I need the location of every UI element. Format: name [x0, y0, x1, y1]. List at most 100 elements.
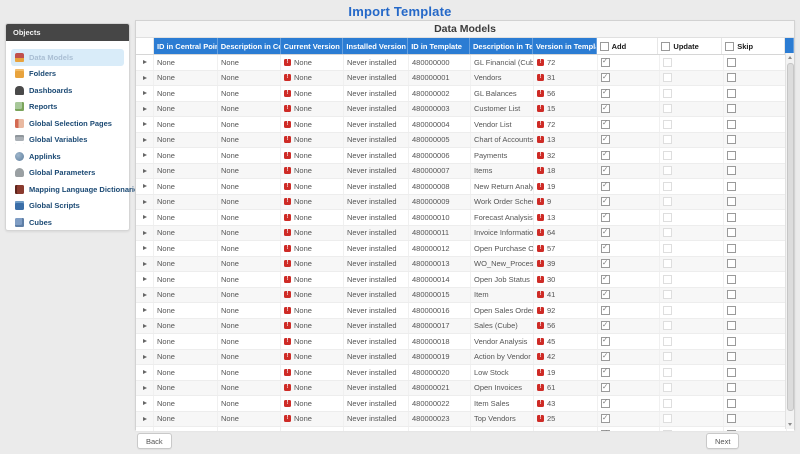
row-expander-icon[interactable] [143, 277, 147, 282]
skip-checkbox[interactable] [727, 166, 736, 176]
skip-checkbox[interactable] [727, 383, 736, 393]
add-checkbox[interactable] [601, 259, 610, 269]
next-button[interactable]: Next [706, 433, 740, 449]
skip-checkbox[interactable] [727, 305, 736, 315]
row-expander-icon[interactable] [143, 354, 147, 359]
skip-checkbox[interactable] [727, 398, 736, 408]
row-expander-icon[interactable] [143, 137, 147, 142]
skip-checkbox[interactable] [727, 73, 736, 83]
sidebar-item-cubes[interactable]: Cubes [11, 214, 124, 231]
add-checkbox[interactable] [601, 57, 610, 67]
sidebar-item-mapping-language-dictionaries[interactable]: Mapping Language Dictionaries [11, 181, 142, 198]
skip-checkbox[interactable] [727, 243, 736, 253]
row-expander-icon[interactable] [143, 230, 147, 235]
add-checkbox[interactable] [601, 274, 610, 284]
skip-checkbox[interactable] [727, 336, 736, 346]
sidebar-item-global-parameters[interactable]: Global Parameters [11, 165, 124, 182]
add-checkbox[interactable] [601, 398, 610, 408]
skip-all-checkbox[interactable] [725, 41, 735, 51]
add-checkbox[interactable] [601, 228, 610, 238]
add-checkbox[interactable] [601, 352, 610, 362]
add-checkbox[interactable] [601, 243, 610, 253]
sidebar-item-global-variables[interactable]: Global Variables [11, 132, 124, 149]
add-checkbox[interactable] [601, 321, 610, 331]
skip-checkbox[interactable] [727, 259, 736, 269]
skip-checkbox[interactable] [727, 104, 736, 114]
add-checkbox[interactable] [601, 336, 610, 346]
skip-checkbox[interactable] [727, 181, 736, 191]
row-expander-icon[interactable] [143, 401, 147, 406]
skip-checkbox[interactable] [727, 228, 736, 238]
add-checkbox[interactable] [601, 212, 610, 222]
sidebar-item-dashboards[interactable]: Dashboards [11, 82, 124, 99]
skip-checkbox[interactable] [727, 352, 736, 362]
add-cell [598, 334, 660, 349]
add-checkbox[interactable] [601, 181, 610, 191]
row-expander-icon[interactable] [143, 261, 147, 266]
sidebar-item-data-models[interactable]: Data Models [11, 49, 124, 66]
add-checkbox[interactable] [601, 383, 610, 393]
scrollbar-down-icon[interactable] [786, 420, 794, 429]
cell-text: 19 [547, 181, 556, 191]
add-checkbox[interactable] [601, 367, 610, 377]
skip-checkbox[interactable] [727, 135, 736, 145]
row-expander-icon[interactable] [143, 184, 147, 189]
row-expander-icon[interactable] [143, 168, 147, 173]
scrollbar-up-icon[interactable] [786, 53, 794, 62]
add-checkbox[interactable] [601, 135, 610, 145]
skip-checkbox[interactable] [727, 88, 736, 98]
skip-checkbox[interactable] [727, 290, 736, 300]
installed-version-cell: Never installed [344, 427, 409, 431]
row-expander-icon[interactable] [143, 60, 147, 65]
sidebar-item-global-selection-pages[interactable]: Global Selection Pages [11, 115, 124, 132]
add-checkbox[interactable] [601, 429, 610, 431]
skip-checkbox[interactable] [727, 57, 736, 67]
add-checkbox[interactable] [601, 290, 610, 300]
skip-checkbox[interactable] [727, 321, 736, 331]
description-in-central-point-cell: None [218, 303, 281, 318]
table-scrollbar[interactable] [785, 53, 794, 429]
skip-checkbox[interactable] [727, 119, 736, 129]
add-checkbox[interactable] [601, 305, 610, 315]
add-checkbox[interactable] [601, 119, 610, 129]
skip-checkbox[interactable] [727, 274, 736, 284]
update-all-checkbox[interactable] [661, 41, 671, 51]
add-checkbox[interactable] [601, 150, 610, 160]
update-cell [660, 163, 724, 178]
row-expander-icon[interactable] [143, 308, 147, 313]
sidebar-item-folders[interactable]: Folders [11, 66, 124, 83]
sidebar-item-applinks[interactable]: Applinks [11, 148, 124, 165]
row-expander-icon[interactable] [143, 339, 147, 344]
row-expander-icon[interactable] [143, 292, 147, 297]
row-expander-icon[interactable] [143, 385, 147, 390]
add-cell [598, 427, 660, 431]
skip-checkbox[interactable] [727, 212, 736, 222]
back-button[interactable]: Back [137, 433, 172, 449]
add-checkbox[interactable] [601, 104, 610, 114]
row-expander-icon[interactable] [143, 416, 147, 421]
row-expander-icon[interactable] [143, 75, 147, 80]
row-expander-icon[interactable] [143, 246, 147, 251]
row-expander-icon[interactable] [143, 199, 147, 204]
row-expander-icon[interactable] [143, 370, 147, 375]
add-checkbox[interactable] [601, 166, 610, 176]
add-checkbox[interactable] [601, 88, 610, 98]
skip-checkbox[interactable] [727, 429, 736, 431]
skip-checkbox[interactable] [727, 197, 736, 207]
row-expander-icon[interactable] [143, 153, 147, 158]
sidebar-item-reports[interactable]: Reports [11, 99, 124, 116]
add-checkbox[interactable] [601, 73, 610, 83]
row-expander-icon[interactable] [143, 106, 147, 111]
skip-checkbox[interactable] [727, 150, 736, 160]
row-expander-icon[interactable] [143, 91, 147, 96]
row-expander-icon[interactable] [143, 122, 147, 127]
skip-checkbox[interactable] [727, 414, 736, 424]
add-checkbox[interactable] [601, 197, 610, 207]
row-expander-icon[interactable] [143, 215, 147, 220]
add-all-checkbox[interactable] [599, 41, 609, 51]
row-expander-icon[interactable] [143, 323, 147, 328]
scrollbar-thumb[interactable] [787, 63, 794, 411]
skip-checkbox[interactable] [727, 367, 736, 377]
add-checkbox[interactable] [601, 414, 610, 424]
sidebar-item-global-scripts[interactable]: Global Scripts [11, 198, 124, 215]
